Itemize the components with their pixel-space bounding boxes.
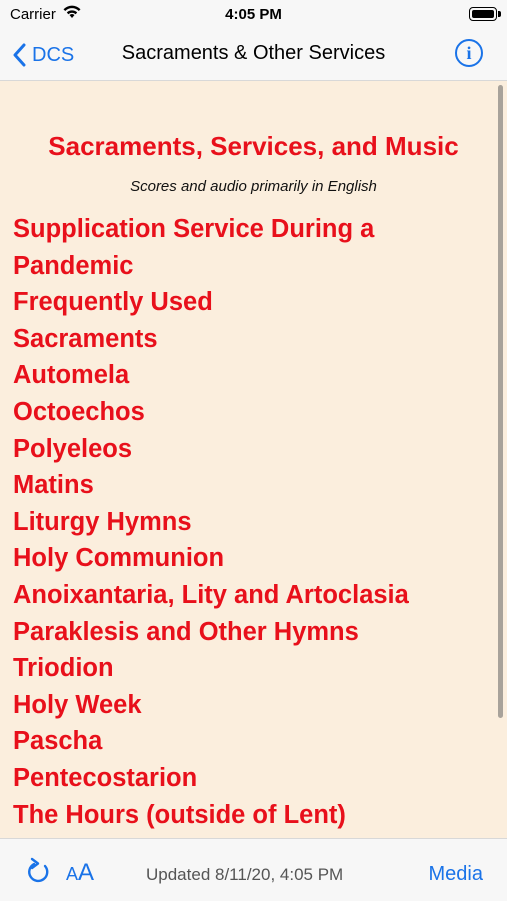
list-item[interactable]: Liturgy Hymns	[13, 504, 487, 541]
back-button[interactable]: DCS	[12, 38, 74, 72]
list-item[interactable]: Holy Week	[13, 687, 487, 724]
content-scroll-area[interactable]: Sacraments, Services, and Music Scores a…	[0, 81, 507, 838]
status-bar: Carrier 4:05 PM	[0, 0, 507, 30]
list-item[interactable]: Frequently Used	[13, 284, 487, 321]
bottom-toolbar: AA Updated 8/11/20, 4:05 PM Media	[0, 838, 507, 901]
services-list: Supplication Service During a Pandemic F…	[13, 211, 487, 833]
list-item[interactable]: Supplication Service During a Pandemic	[13, 211, 487, 284]
list-item[interactable]: Triodion	[13, 650, 487, 687]
list-item[interactable]: Polyeleos	[13, 431, 487, 468]
clock: 4:05 PM	[225, 6, 282, 23]
section-subheading: Scores and audio primarily in English	[130, 178, 377, 195]
list-item[interactable]: Sacraments	[13, 321, 487, 358]
font-size-button[interactable]: AA	[66, 859, 94, 887]
list-item[interactable]: Holy Communion	[13, 540, 487, 577]
font-size-big-label: A	[78, 859, 95, 886]
list-item[interactable]: Octoechos	[13, 394, 487, 431]
page-title: Sacraments & Other Services	[121, 42, 386, 64]
list-item[interactable]: Paraklesis and Other Hymns	[13, 614, 487, 651]
media-button[interactable]: Media	[429, 863, 483, 886]
updated-timestamp: Updated 8/11/20, 4:05 PM	[146, 865, 344, 884]
back-button-label: DCS	[32, 43, 75, 66]
info-icon[interactable]: i	[455, 39, 483, 67]
battery-icon	[469, 7, 501, 21]
chevron-left-icon	[13, 43, 26, 67]
list-item[interactable]: Anoixantaria, Lity and Artoclasia	[13, 577, 487, 614]
list-item[interactable]: Pascha	[13, 723, 487, 760]
list-item[interactable]: Automela	[13, 357, 487, 394]
font-size-small-label: A	[66, 864, 79, 884]
list-item[interactable]: The Hours (outside of Lent)	[13, 797, 487, 834]
section-heading: Sacraments, Services, and Music	[48, 131, 459, 161]
list-item[interactable]: Matins	[13, 467, 487, 504]
navigation-bar: DCS Sacraments & Other Services i	[0, 30, 507, 81]
list-item[interactable]: Pentecostarion	[13, 760, 487, 797]
refresh-icon[interactable]	[24, 857, 52, 892]
